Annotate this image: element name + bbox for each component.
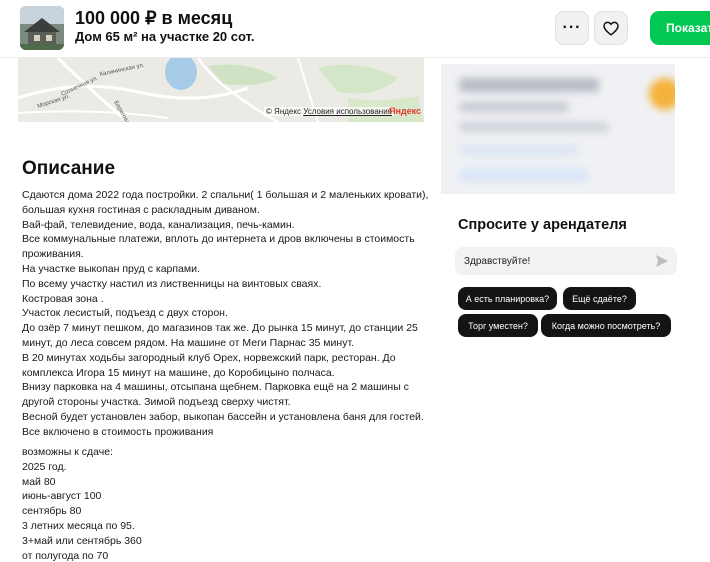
map-terms-link[interactable]: Условия использования (303, 107, 392, 116)
quick-question-chip[interactable]: Торг уместен? (458, 314, 538, 337)
description-line: Костровая зона . (22, 292, 104, 305)
map-provider-logo: Яндекс (388, 106, 421, 116)
terms-line: 3 летних месяца по 95. (22, 519, 135, 532)
description-line: Внизу парковка на 4 машины, отсыпана щеб… (22, 381, 409, 394)
message-input-value[interactable]: Здравствуйте! (464, 256, 530, 267)
description-line: Все включено в стоимость проживания (22, 425, 214, 438)
description-line: Сдаются дома 2022 года постройки. 2 спал… (22, 189, 429, 201)
description-line: Весной будет установлен забор, выкопан б… (22, 410, 424, 423)
more-options-button[interactable]: ··· (555, 11, 589, 45)
terms-line: июнь-август 100 (22, 490, 102, 503)
description-line: проживания. (22, 248, 84, 261)
favorite-button[interactable] (594, 11, 628, 45)
description-line: На участке выкопан пруд с карпами. (22, 262, 200, 275)
terms-line: 2025 год. (22, 460, 67, 473)
terms-line: 3+май или сентябрь 360 (22, 534, 142, 547)
listing-thumbnail[interactable] (20, 6, 64, 50)
description-line: комплекса Игора 15 минут на машине, до К… (22, 366, 335, 379)
promo-placeholder-graphic (441, 64, 675, 194)
send-icon[interactable] (655, 254, 669, 268)
more-dots-icon: ··· (562, 19, 582, 36)
ask-landlord-title: Спросите у арендателя (458, 217, 627, 233)
description-line: Все коммунальные платежи, вплоть до инте… (22, 233, 415, 246)
description-line: До озёр 7 минут пешком, до магазинов так… (22, 322, 418, 335)
location-map[interactable]: Калининская ул. Солнечная ул. Морская ул… (18, 58, 424, 122)
description-line: Участок лесистый, подъезд с двух сторон. (22, 307, 228, 320)
listing-subtitle: Дом 65 м² на участке 20 сот. (75, 29, 255, 44)
listing-header: 100 000 ₽ в месяц Дом 65 м² на участке 2… (0, 0, 710, 58)
quick-question-chip[interactable]: Ещё сдаёте? (563, 287, 636, 310)
description-title: Описание (22, 158, 116, 179)
description-line: По всему участку настил из лиственницы н… (22, 277, 322, 290)
quick-question-chip[interactable]: А есть планировка? (458, 287, 557, 310)
description-line: Вай-фай, телевидение, вода, канализация,… (22, 218, 295, 231)
quick-question-chip[interactable]: Когда можно посмотреть? (541, 314, 671, 337)
terms-line: возможны к сдаче: (22, 446, 113, 458)
map-copyright: © Яндекс Условия использования (263, 107, 394, 116)
heart-icon (603, 21, 619, 36)
description-line: большая кухня гостиная с раскладным дива… (22, 203, 260, 216)
listing-price: 100 000 ₽ в месяц (75, 8, 233, 28)
description-line: минут, до леса совсем рядом. На машине о… (22, 336, 355, 349)
description-text: Сдаются дома 2022 года постройки. 2 спал… (22, 188, 429, 440)
terms-line: от полугода по 70 (22, 549, 109, 562)
description-line: В 20 минутах ходьбы загородный клуб Орех… (22, 351, 396, 364)
map-copyright-text: © Яндекс (265, 107, 301, 116)
promo-card-blurred[interactable] (441, 64, 675, 194)
show-phone-button[interactable]: Показать (650, 11, 710, 45)
terms-line: май 80 (22, 475, 56, 488)
rental-terms: возможны к сдаче: 2025 год. май 80 июнь-… (22, 445, 142, 562)
description-line: другой стороны участка. Зимой подъезд св… (22, 396, 291, 409)
message-input[interactable]: Здравствуйте! (455, 247, 677, 275)
terms-line: сентябрь 80 (22, 505, 82, 518)
